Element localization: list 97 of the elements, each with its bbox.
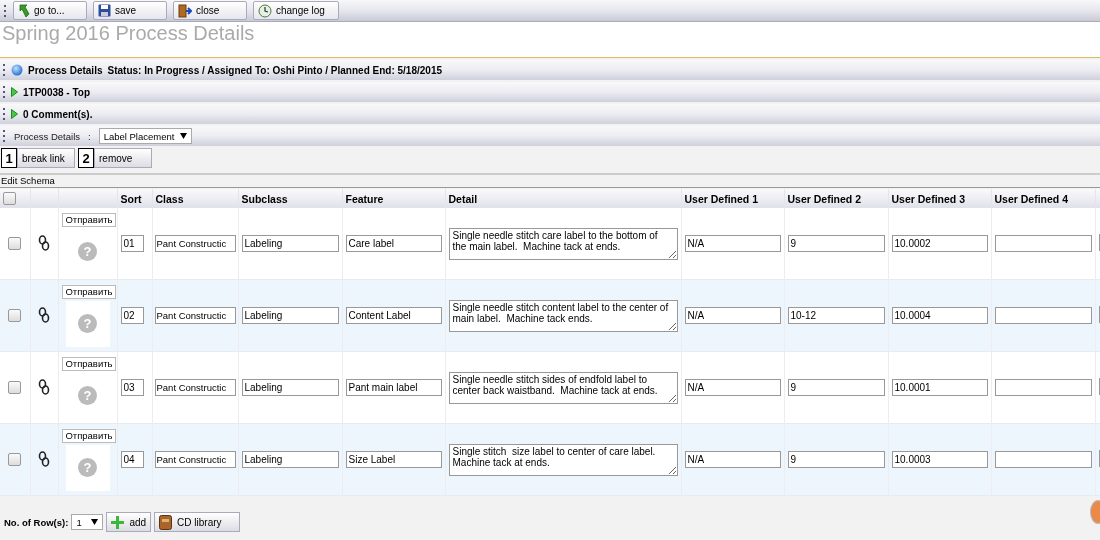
class-field[interactable]: Pant Constructic [154,379,236,396]
user-defined-field[interactable] [994,379,1092,396]
question-icon: ? [78,242,97,261]
column-header: Detail [445,189,681,208]
section-title: Process Details [28,64,103,76]
number-badge: 2 [78,148,94,168]
action-button[interactable]: break link [17,148,75,168]
rows-label: No. of Row(s): [4,516,69,528]
class-field[interactable]: Pant Constructic [154,235,236,252]
column-header: Class [152,189,238,208]
sort-field[interactable]: 01 [120,235,144,252]
toolbar-button[interactable]: change log [253,1,339,20]
user-defined-field[interactable]: 10.0002 [891,235,988,252]
paperclip-icon[interactable] [38,378,50,395]
dropdown-caret-icon [91,519,99,525]
question-icon: ? [78,314,97,333]
number-badge: 1 [1,148,17,168]
dropdown-caret-icon [180,133,188,139]
user-defined-field[interactable]: 10.0003 [891,451,988,468]
arrow-icon [18,3,30,18]
paperclip-icon[interactable] [38,234,50,251]
sort-field[interactable]: 04 [120,451,144,468]
grip-icon [3,85,6,99]
clock-icon [258,3,272,18]
action-button[interactable]: remove [94,148,152,168]
user-defined-field[interactable] [994,451,1092,468]
grip-icon [3,63,6,77]
send-button[interactable]: Отправить [62,284,116,299]
feature-field[interactable]: Pant main label [345,379,442,396]
detail-field[interactable]: Single stitch size label to center of care label. Machine tack at ends. [448,443,678,476]
row-checkbox[interactable] [8,453,22,467]
class-field[interactable]: Pant Constructic [154,307,236,324]
send-button[interactable]: Отправить [62,428,116,443]
user-defined-field[interactable]: 9 [787,235,885,252]
send-button[interactable]: Отправить [62,356,116,371]
row-checkbox[interactable] [8,381,22,395]
section-title: 1TP0038 - Top [23,86,91,98]
user-defined-field[interactable] [994,235,1092,252]
toolbar-button[interactable]: save [93,1,167,20]
grip-icon [4,3,7,18]
detail-field[interactable]: Single needle stitch care label to the bottom of the main label. Machine tack at ends. [448,227,678,260]
user-defined-field[interactable]: 9 [787,451,885,468]
column-header: Feature [342,189,445,208]
feature-field[interactable]: Size Label [345,451,442,468]
field-label: Process Details [14,130,80,142]
sort-field[interactable]: 02 [120,307,144,324]
status-text: Status: In Progress / Assigned To: Oshi Pinto / Planned End: 5/18/2015 [107,64,443,76]
select-all-checkbox[interactable] [3,192,16,206]
expand-triangle-icon[interactable] [11,87,18,97]
detail-field[interactable]: Single needle stitch content label to the center of main label. Machine tack ends. [448,299,678,332]
question-icon: ? [78,386,97,405]
user-defined-field[interactable] [994,307,1092,324]
user-defined-field[interactable]: 10-12 [787,307,885,324]
column-header: Subclass [238,189,342,208]
subclass-field[interactable]: Labeling [241,451,339,468]
rows-select[interactable]: 1 [71,514,104,530]
grip-icon [3,107,6,121]
expand-triangle-icon[interactable] [11,109,18,119]
user-defined-field[interactable]: N/A [684,235,781,252]
column-header: User Defined 4 [991,189,1095,208]
toolbar-button[interactable]: go to... [13,1,87,20]
column-header: User Defined 3 [888,189,991,208]
toolbar-button[interactable]: close [173,1,247,20]
detail-field[interactable]: Single needle stitch sides of endfold label to center back waistband. Machine tack at ends. [448,371,678,404]
user-defined-field[interactable]: 10.0001 [891,379,988,396]
user-defined-field[interactable]: 10.0004 [891,307,988,324]
column-header: Sort [117,189,152,208]
section-title: 0 Comment(s). [23,108,93,120]
subclass-field[interactable]: Labeling [241,235,339,252]
user-defined-field[interactable]: 9 [787,379,885,396]
column-header: User Defined 2 [784,189,888,208]
door-icon [178,3,192,18]
plus-icon [111,515,125,529]
process-select[interactable]: Label Placement [98,128,193,144]
row-checkbox[interactable] [8,237,22,251]
grip-icon [3,129,6,143]
row-checkbox[interactable] [8,309,22,323]
footer-button[interactable]: CD library [154,512,241,532]
book-icon [159,514,173,530]
globe-icon [11,64,23,76]
user-defined-field[interactable]: N/A [684,451,781,468]
user-defined-field[interactable]: N/A [684,379,781,396]
column-header: User Defined 1 [681,189,784,208]
subclass-field[interactable]: Labeling [241,379,339,396]
separator-text: : [88,130,91,142]
send-button[interactable]: Отправить [62,212,116,227]
sort-field[interactable]: 03 [120,379,144,396]
feature-field[interactable]: Content Label [345,307,442,324]
user-defined-field[interactable]: N/A [684,307,781,324]
paperclip-icon[interactable] [38,306,50,323]
page-title: Spring 2016 Process Details [0,22,1100,58]
question-icon: ? [78,458,97,477]
footer-button[interactable]: add [106,512,152,532]
paperclip-icon[interactable] [38,450,50,467]
feature-field[interactable]: Care label [345,235,442,252]
subclass-field[interactable]: Labeling [241,307,339,324]
class-field[interactable]: Pant Constructic [154,451,236,468]
